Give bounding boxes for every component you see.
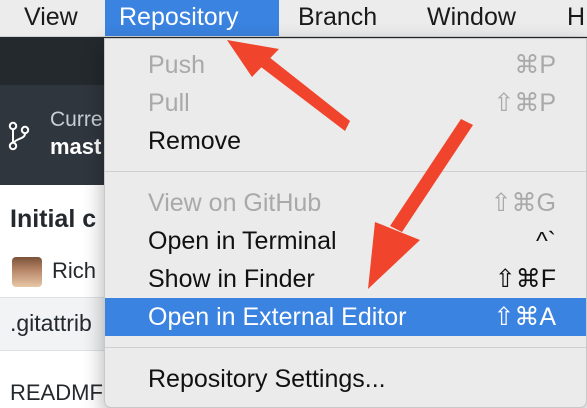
menu-help[interactable]: H <box>553 0 587 36</box>
menu-item-label: Open in Terminal <box>148 227 337 255</box>
git-branch-icon <box>8 121 30 151</box>
menu-item-push: Push ⌘P <box>105 46 586 84</box>
menu-item-view-on-github: View on GitHub ⇧⌘G <box>105 184 586 222</box>
current-branch-name: mast <box>50 134 102 159</box>
menu-bar: View Repository Branch Window H <box>0 0 587 37</box>
menu-item-shortcut: ⇧⌘F <box>494 265 556 293</box>
menu-item-label: Open in External Editor <box>148 303 407 331</box>
commit-title: Initial c <box>10 205 97 233</box>
menu-item-pull: Pull ⇧⌘P <box>105 84 586 122</box>
file-name: .gitattrib <box>10 310 92 336</box>
menu-item-label: Pull <box>148 89 190 117</box>
avatar <box>12 257 42 287</box>
menu-item-shortcut: ⌘P <box>514 51 556 79</box>
commit-author: Rich <box>52 258 97 283</box>
menu-item-shortcut: ^` <box>535 227 556 255</box>
menu-item-label: Repository Settings... <box>148 365 386 393</box>
menu-item-label: Show in Finder <box>148 265 315 293</box>
menu-item-shortcut: ⇧⌘G <box>490 189 556 217</box>
menu-separator <box>105 347 586 348</box>
menu-item-show-in-finder[interactable]: Show in Finder ⇧⌘F <box>105 260 586 298</box>
menu-item-shortcut: ⇧⌘P <box>493 89 556 117</box>
menu-item-remove[interactable]: Remove <box>105 122 586 160</box>
menu-item-repository-settings[interactable]: Repository Settings... <box>105 360 586 398</box>
menu-window[interactable]: Window <box>413 0 530 36</box>
menu-item-label: Remove <box>148 127 242 155</box>
file-name: READMF <box>10 380 103 405</box>
menu-item-open-in-terminal[interactable]: Open in Terminal ^` <box>105 222 586 260</box>
menu-item-shortcut: ⇧⌘A <box>493 303 556 331</box>
current-branch-label: Curre <box>50 108 103 131</box>
menu-repository[interactable]: Repository <box>105 0 279 36</box>
menu-item-open-in-external-editor[interactable]: Open in External Editor ⇧⌘A <box>105 298 586 336</box>
menu-item-label: View on GitHub <box>148 189 322 217</box>
menu-branch[interactable]: Branch <box>284 0 391 36</box>
repository-menu: Push ⌘P Pull ⇧⌘P Remove View on GitHub ⇧… <box>104 38 587 408</box>
menu-item-label: Push <box>148 51 205 79</box>
menu-separator <box>105 171 586 172</box>
menu-view[interactable]: View <box>10 0 92 36</box>
